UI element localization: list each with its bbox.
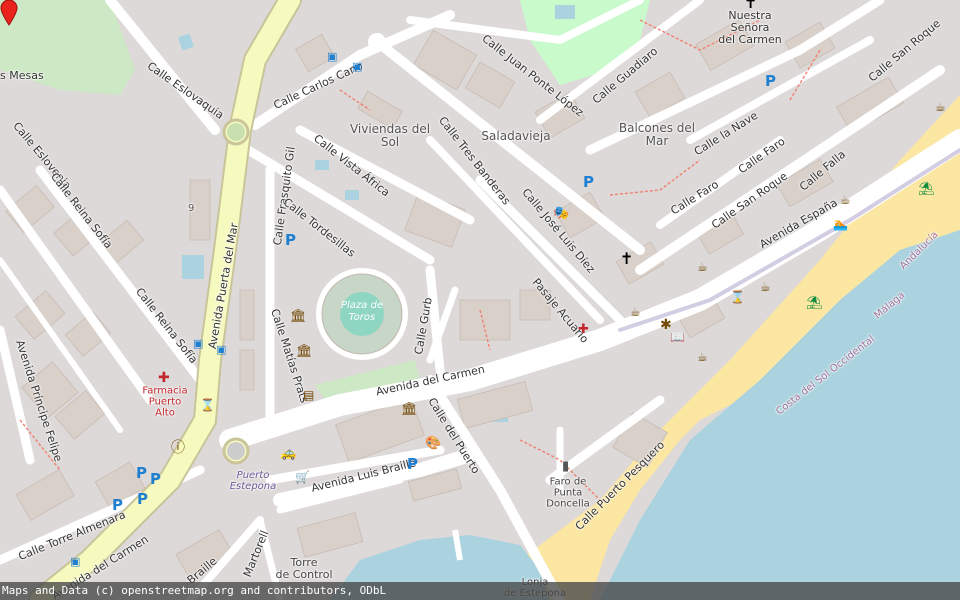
map-canvas[interactable]: Calle Eslovaquia Calle Carlos Cano Calle… — [0, 0, 960, 600]
location-pin-icon[interactable] — [0, 0, 18, 26]
map-attribution: Maps and Data (c) openstreetmap.org and … — [0, 582, 960, 600]
map-base-layer — [0, 0, 960, 600]
